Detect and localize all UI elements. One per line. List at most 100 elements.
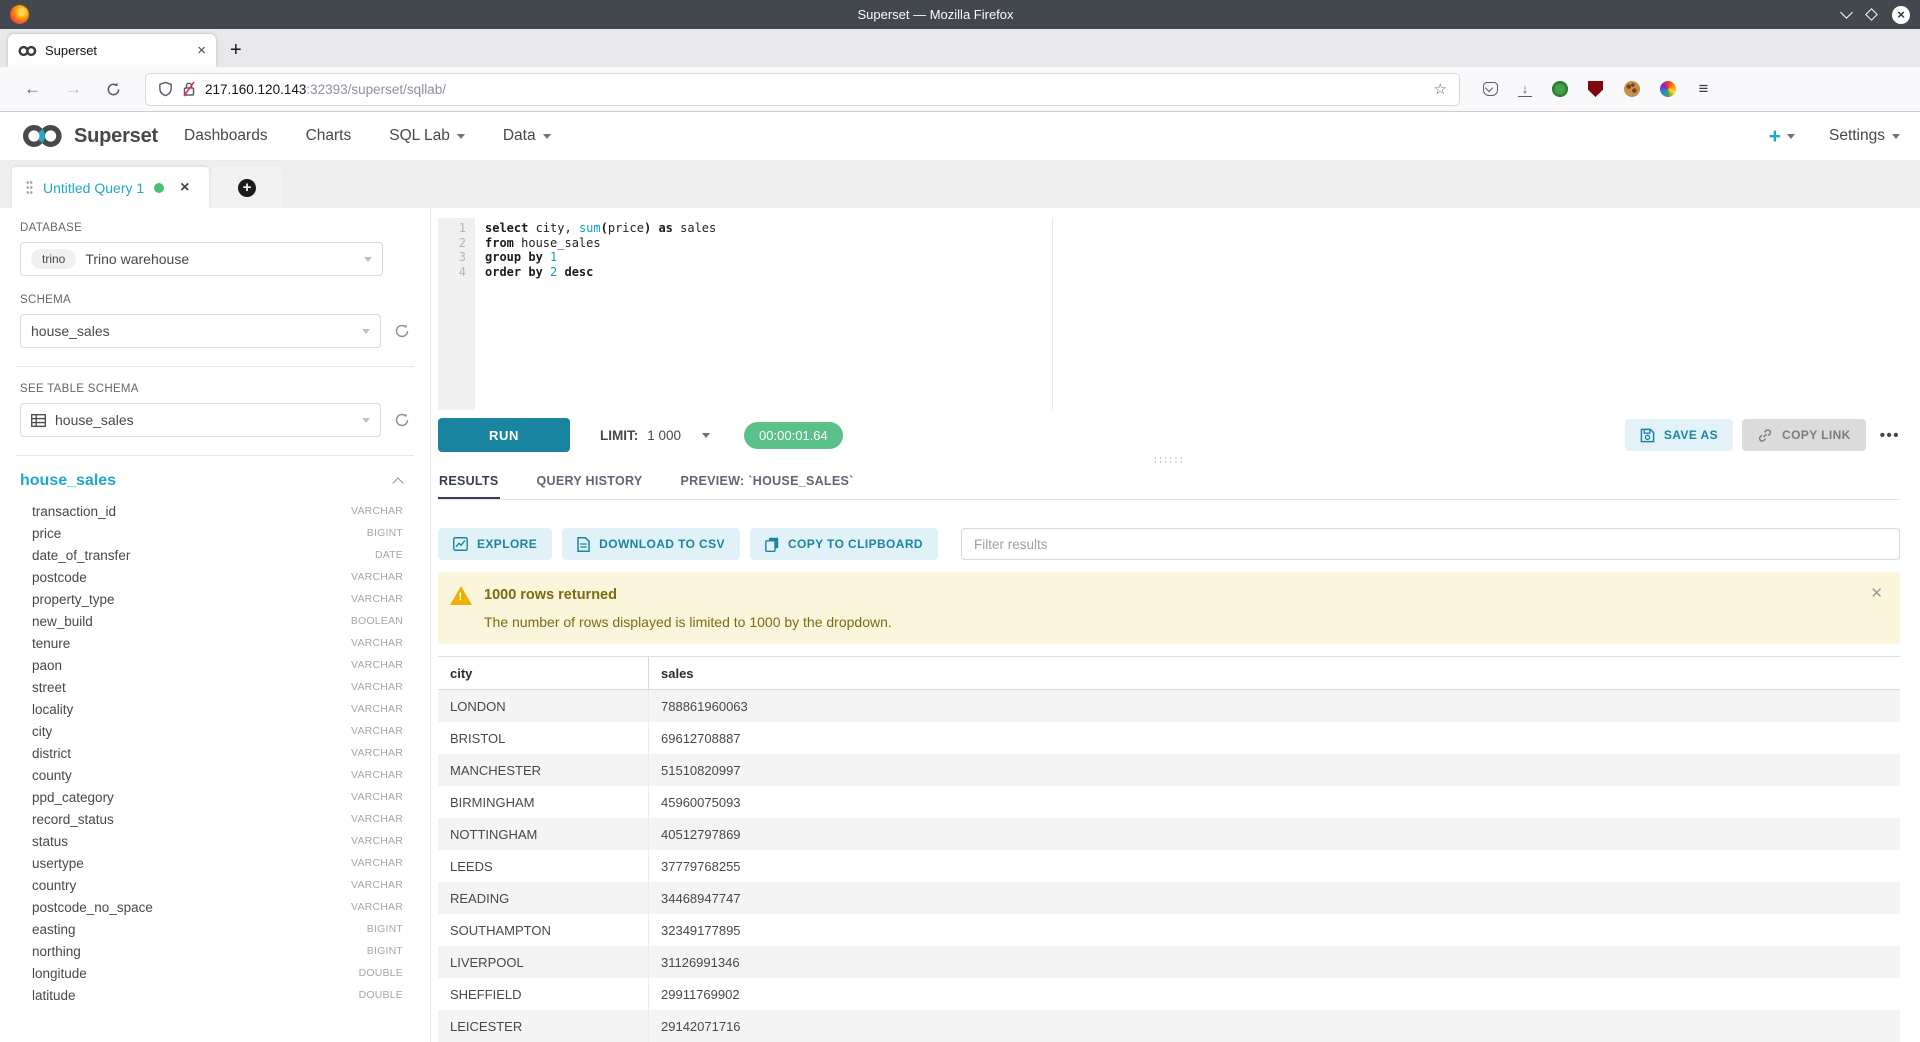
table-row[interactable]: READING34468947747 bbox=[438, 882, 1900, 914]
copy-link-button[interactable]: COPY LINK bbox=[1742, 419, 1866, 451]
panel-resize-handle[interactable]: ············ bbox=[438, 452, 1900, 468]
url-bar[interactable]: 217.160.120.143:32393/superset/sqllab/ ☆ bbox=[145, 73, 1460, 106]
browser-tab[interactable]: Superset × bbox=[8, 34, 216, 67]
schema-column-row[interactable]: property_typeVARCHAR bbox=[20, 588, 410, 610]
explore-button[interactable]: EXPLORE bbox=[438, 528, 552, 560]
schema-column-row[interactable]: cityVARCHAR bbox=[20, 720, 410, 742]
schema-column-row[interactable]: date_of_transferDATE bbox=[20, 544, 410, 566]
code-line[interactable]: select city, sum(price) as sales bbox=[475, 221, 716, 236]
column-header-sales[interactable]: sales bbox=[649, 666, 1900, 681]
schema-column-row[interactable]: tenureVARCHAR bbox=[20, 632, 410, 654]
nav-charts[interactable]: Charts bbox=[306, 127, 352, 145]
schema-column-row[interactable]: paonVARCHAR bbox=[20, 654, 410, 676]
query-tab-close-icon[interactable]: × bbox=[180, 179, 189, 197]
database-select[interactable]: trino Trino warehouse bbox=[20, 242, 383, 276]
back-button[interactable]: ← bbox=[12, 79, 53, 99]
tab-preview[interactable]: PREVIEW: `HOUSE_SALES` bbox=[680, 468, 855, 499]
schema-column-row[interactable]: northingBIGINT bbox=[20, 940, 410, 962]
refresh-tables-button[interactable] bbox=[394, 412, 410, 428]
window-minimize-icon[interactable] bbox=[1840, 6, 1853, 19]
collapse-chevron-icon[interactable] bbox=[392, 477, 403, 488]
table-row[interactable]: LIVERPOOL31126991346 bbox=[438, 946, 1900, 978]
pocket-icon[interactable] bbox=[1482, 81, 1499, 98]
sql-editor[interactable]: 1select city, sum(price) as sales2from h… bbox=[438, 218, 1900, 410]
download-csv-button[interactable]: DOWNLOAD TO CSV bbox=[562, 528, 740, 560]
downloads-icon[interactable]: ↓ bbox=[1518, 82, 1532, 97]
extension-pinwheel-icon[interactable] bbox=[1659, 81, 1676, 98]
superset-brand[interactable]: Superset bbox=[20, 122, 158, 150]
table-name-heading[interactable]: house_sales bbox=[20, 472, 394, 490]
code-line[interactable]: order by 2 desc bbox=[475, 265, 593, 280]
schema-column-row[interactable]: priceBIGINT bbox=[20, 522, 410, 544]
menu-hamburger-icon[interactable]: ≡ bbox=[1695, 81, 1712, 98]
table-select[interactable]: house_sales bbox=[20, 403, 381, 437]
nav-dashboards[interactable]: Dashboards bbox=[184, 127, 268, 145]
nav-sql-lab[interactable]: SQL Lab bbox=[389, 127, 465, 145]
table-row[interactable]: LEEDS37779768255 bbox=[438, 850, 1900, 882]
table-row[interactable]: SHEFFIELD29911769902 bbox=[438, 978, 1900, 1010]
shield-icon[interactable] bbox=[158, 81, 173, 97]
refresh-icon bbox=[394, 412, 410, 428]
table-row[interactable]: SOUTHAMPTON32349177895 bbox=[438, 914, 1900, 946]
column-header-city[interactable]: city bbox=[438, 657, 649, 689]
drag-handle-icon[interactable] bbox=[26, 180, 33, 195]
firefox-window: Superset — Mozilla Firefox × Superset × … bbox=[0, 0, 1920, 1042]
schema-column-row[interactable]: longitudeDOUBLE bbox=[20, 962, 410, 984]
reload-button[interactable] bbox=[94, 82, 133, 97]
cookie-extension-icon[interactable] bbox=[1623, 81, 1640, 98]
schema-column-row[interactable]: postcode_no_spaceVARCHAR bbox=[20, 896, 410, 918]
table-row[interactable]: LEICESTER29142071716 bbox=[438, 1010, 1900, 1042]
schema-column-row[interactable]: localityVARCHAR bbox=[20, 698, 410, 720]
copy-clipboard-button[interactable]: COPY TO CLIPBOARD bbox=[750, 528, 938, 560]
schema-column-row[interactable]: latitudeDOUBLE bbox=[20, 984, 410, 1006]
refresh-schemas-button[interactable] bbox=[394, 323, 410, 339]
tab-query-history[interactable]: QUERY HISTORY bbox=[536, 468, 644, 499]
limit-dropdown[interactable]: LIMIT: 1 000 bbox=[600, 428, 710, 443]
schema-column-row[interactable]: postcodeVARCHAR bbox=[20, 566, 410, 588]
tab-results[interactable]: RESULTS bbox=[438, 468, 500, 499]
column-type: BIGINT bbox=[367, 527, 403, 539]
save-as-button[interactable]: SAVE AS bbox=[1625, 419, 1733, 451]
insecure-lock-icon[interactable] bbox=[182, 81, 196, 97]
more-actions-button[interactable]: ••• bbox=[1880, 427, 1900, 444]
settings-menu[interactable]: Settings bbox=[1829, 127, 1900, 145]
column-name: tenure bbox=[32, 636, 351, 651]
add-query-tab[interactable]: + bbox=[212, 167, 282, 208]
window-close-icon[interactable]: × bbox=[1892, 6, 1910, 24]
schema-column-row[interactable]: countyVARCHAR bbox=[20, 764, 410, 786]
privacy-badger-icon[interactable] bbox=[1551, 81, 1568, 98]
schema-column-row[interactable]: streetVARCHAR bbox=[20, 676, 410, 698]
schema-select[interactable]: house_sales bbox=[20, 314, 381, 348]
code-line[interactable]: from house_sales bbox=[475, 236, 601, 251]
table-row[interactable]: LONDON788861960063 bbox=[438, 690, 1900, 722]
tab-close-icon[interactable]: × bbox=[197, 43, 206, 58]
schema-column-row[interactable]: record_statusVARCHAR bbox=[20, 808, 410, 830]
table-row[interactable]: BRISTOL69612708887 bbox=[438, 722, 1900, 754]
schema-column-row[interactable]: usertypeVARCHAR bbox=[20, 852, 410, 874]
nav-data[interactable]: Data bbox=[503, 127, 551, 145]
column-name: postcode bbox=[32, 570, 351, 585]
cell-sales: 34468947747 bbox=[649, 891, 1900, 906]
forward-button[interactable]: → bbox=[53, 79, 94, 99]
code-line[interactable]: group by 1 bbox=[475, 250, 557, 265]
schema-column-row[interactable]: statusVARCHAR bbox=[20, 830, 410, 852]
new-item-button[interactable]: + bbox=[1769, 126, 1795, 147]
query-tab-active[interactable]: Untitled Query 1 × bbox=[12, 167, 209, 208]
schema-column-row[interactable]: eastingBIGINT bbox=[20, 918, 410, 940]
schema-column-row[interactable]: transaction_idVARCHAR bbox=[20, 500, 410, 522]
ublock-icon[interactable] bbox=[1587, 81, 1604, 98]
schema-column-row[interactable]: countryVARCHAR bbox=[20, 874, 410, 896]
schema-column-row[interactable]: new_buildBOOLEAN bbox=[20, 610, 410, 632]
bookmark-star-icon[interactable]: ☆ bbox=[1434, 80, 1447, 98]
new-tab-button[interactable]: + bbox=[216, 34, 256, 67]
schema-column-row[interactable]: ppd_categoryVARCHAR bbox=[20, 786, 410, 808]
filter-results-input[interactable] bbox=[961, 528, 1900, 560]
column-type: VARCHAR bbox=[351, 571, 403, 583]
table-row[interactable]: MANCHESTER51510820997 bbox=[438, 754, 1900, 786]
table-row[interactable]: BIRMINGHAM45960075093 bbox=[438, 786, 1900, 818]
window-maximize-icon[interactable] bbox=[1865, 8, 1878, 21]
run-button[interactable]: RUN bbox=[438, 418, 570, 452]
schema-column-row[interactable]: districtVARCHAR bbox=[20, 742, 410, 764]
alert-close-icon[interactable]: ✕ bbox=[1870, 584, 1883, 602]
table-row[interactable]: NOTTINGHAM40512797869 bbox=[438, 818, 1900, 850]
